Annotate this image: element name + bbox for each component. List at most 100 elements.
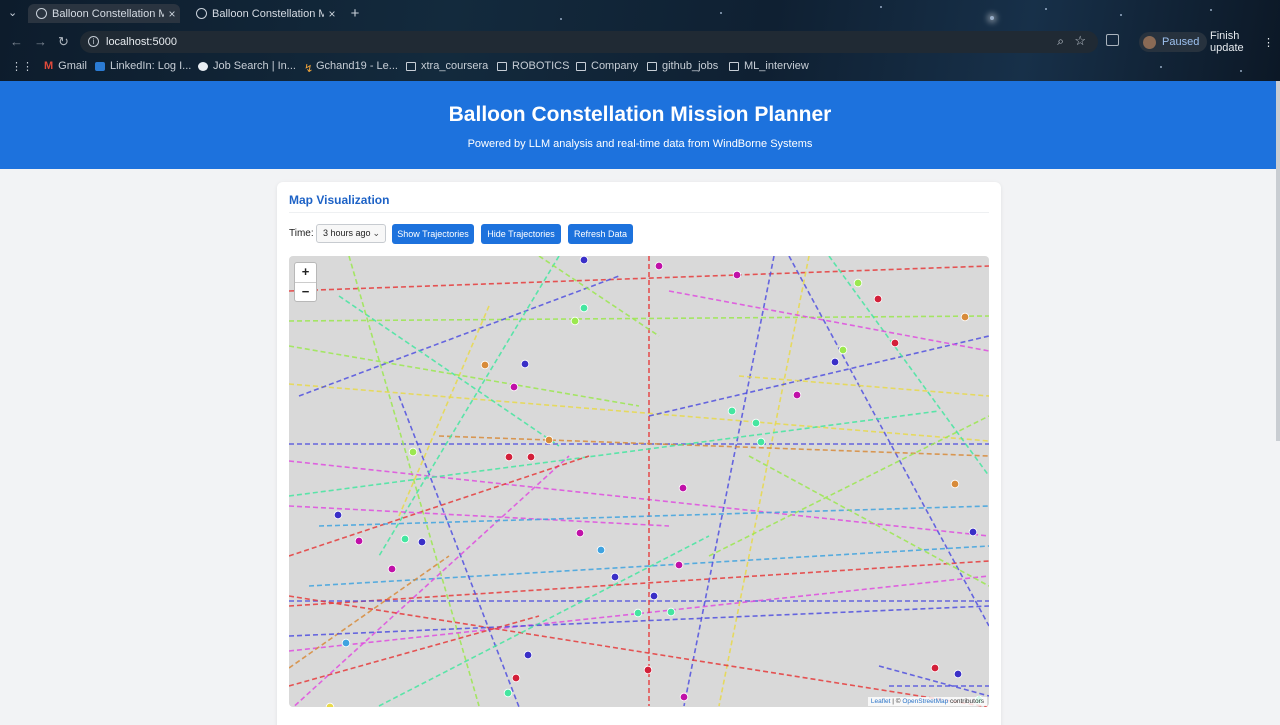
menu-kebab-icon[interactable]: ⋮ xyxy=(1263,36,1274,49)
profile-button[interactable]: Paused xyxy=(1139,32,1208,52)
balloon-marker[interactable] xyxy=(751,418,761,428)
balloon-marker[interactable] xyxy=(596,545,606,555)
trajectory-line[interactable] xyxy=(788,256,989,627)
balloon-marker[interactable] xyxy=(678,483,688,493)
trajectory-line[interactable] xyxy=(398,305,490,517)
address-bar[interactable]: i localhost:5000 ⌕ ☆ xyxy=(80,31,1098,53)
new-tab-button[interactable]: + xyxy=(346,5,364,23)
balloon-marker[interactable] xyxy=(570,316,580,326)
balloon-marker[interactable] xyxy=(960,312,970,322)
url-text[interactable]: localhost:5000 xyxy=(106,36,177,48)
balloon-marker[interactable] xyxy=(480,360,490,370)
balloon-marker[interactable] xyxy=(511,673,521,683)
trajectory-line[interactable] xyxy=(289,615,540,687)
bookmark-folder-github-jobs[interactable]: github_jobs xyxy=(647,60,718,72)
trajectory-line[interactable] xyxy=(683,256,775,707)
zoom-out-button[interactable]: − xyxy=(295,283,316,302)
balloon-marker[interactable] xyxy=(387,564,397,574)
balloon-marker[interactable] xyxy=(830,357,840,367)
trajectory-line[interactable] xyxy=(538,256,660,337)
show-trajectories-button[interactable]: Show Trajectories xyxy=(392,224,474,244)
trajectory-line[interactable] xyxy=(338,295,560,447)
balloon-marker[interactable] xyxy=(610,572,620,582)
bookmark-linkedin[interactable]: LinkedIn: Log I... xyxy=(95,60,191,72)
balloon-marker[interactable] xyxy=(544,435,554,445)
trajectory-line[interactable] xyxy=(708,415,989,557)
extensions-icon[interactable] xyxy=(1106,34,1119,46)
balloon-marker[interactable] xyxy=(579,256,589,265)
trajectory-line[interactable] xyxy=(378,535,710,707)
close-icon[interactable]: × xyxy=(324,7,340,21)
trajectory-line[interactable] xyxy=(289,455,570,707)
osm-link[interactable]: OpenStreetMap xyxy=(902,698,948,705)
zoom-in-button[interactable]: + xyxy=(295,263,316,283)
map-view[interactable]: + − Leaflet | © OpenStreetMap contributo… xyxy=(289,256,989,707)
trajectory-line[interactable] xyxy=(398,395,520,707)
balloon-marker[interactable] xyxy=(526,452,536,462)
back-icon[interactable]: ← xyxy=(10,34,23,49)
balloon-marker[interactable] xyxy=(575,528,585,538)
close-icon[interactable]: × xyxy=(164,7,180,21)
trajectory-line[interactable] xyxy=(668,290,989,352)
balloon-marker[interactable] xyxy=(792,390,802,400)
balloon-marker[interactable] xyxy=(950,479,960,489)
balloon-marker[interactable] xyxy=(968,527,978,537)
balloon-marker[interactable] xyxy=(649,591,659,601)
balloon-marker[interactable] xyxy=(756,437,766,447)
bookmark-gmail[interactable]: M Gmail xyxy=(44,60,87,72)
site-info-icon[interactable]: i xyxy=(88,36,99,47)
balloon-marker[interactable] xyxy=(504,452,514,462)
balloon-marker[interactable] xyxy=(341,638,351,648)
trajectory-line[interactable] xyxy=(289,460,989,537)
balloon-marker[interactable] xyxy=(679,692,689,702)
time-select[interactable]: 3 hours ago ⌄ xyxy=(316,224,386,243)
balloon-marker[interactable] xyxy=(579,303,589,313)
bookmark-folder-company[interactable]: Company xyxy=(576,60,638,72)
balloon-marker[interactable] xyxy=(727,406,737,416)
balloon-marker[interactable] xyxy=(325,702,335,707)
trajectory-line[interactable] xyxy=(289,455,590,557)
zoom-icon[interactable]: ⌕ xyxy=(1057,34,1064,49)
trajectory-line[interactable] xyxy=(289,345,640,407)
bookmark-folder-robotics[interactable]: ROBOTICS xyxy=(497,60,569,72)
page-scrollbar[interactable] xyxy=(1276,81,1280,441)
tab-inactive[interactable]: Balloon Constellation M × xyxy=(188,4,340,23)
bookmark-star-icon[interactable]: ☆ xyxy=(1074,33,1086,49)
balloon-marker[interactable] xyxy=(417,537,427,547)
balloon-marker[interactable] xyxy=(853,278,863,288)
balloon-marker[interactable] xyxy=(674,560,684,570)
trajectory-line[interactable] xyxy=(289,505,670,527)
balloon-marker[interactable] xyxy=(408,447,418,457)
reload-icon[interactable]: ↻ xyxy=(58,34,69,50)
tab-active[interactable]: Balloon Constellation Mi × xyxy=(28,4,180,23)
balloon-marker[interactable] xyxy=(509,382,519,392)
bookmark-leetcode[interactable]: ↯ Gchand19 - Le... xyxy=(304,60,398,75)
trajectory-line[interactable] xyxy=(438,435,989,457)
balloon-marker[interactable] xyxy=(953,669,963,679)
refresh-data-button[interactable]: Refresh Data xyxy=(568,224,633,244)
balloon-marker[interactable] xyxy=(666,607,676,617)
balloon-marker[interactable] xyxy=(890,338,900,348)
balloon-marker[interactable] xyxy=(333,510,343,520)
hide-trajectories-button[interactable]: Hide Trajectories xyxy=(481,224,561,244)
balloon-marker[interactable] xyxy=(520,359,530,369)
forward-icon[interactable]: → xyxy=(34,34,47,49)
leaflet-link[interactable]: Leaflet xyxy=(871,698,891,705)
balloon-marker[interactable] xyxy=(400,534,410,544)
bookmark-folder-xtra-coursera[interactable]: xtra_coursera xyxy=(406,60,488,72)
trajectory-line[interactable] xyxy=(289,265,989,292)
balloon-marker[interactable] xyxy=(838,345,848,355)
trajectory-layer[interactable] xyxy=(289,256,989,707)
balloon-marker[interactable] xyxy=(654,261,664,271)
balloon-marker[interactable] xyxy=(873,294,883,304)
bookmark-job-search[interactable]: Job Search | In... xyxy=(198,60,296,72)
balloon-marker[interactable] xyxy=(643,665,653,675)
tab-search-icon[interactable]: ⌄ xyxy=(8,6,17,19)
balloon-marker[interactable] xyxy=(732,270,742,280)
trajectory-line[interactable] xyxy=(648,335,989,417)
balloon-marker[interactable] xyxy=(930,663,940,673)
balloon-marker[interactable] xyxy=(503,688,513,698)
trajectory-line[interactable] xyxy=(318,505,989,527)
balloon-marker[interactable] xyxy=(354,536,364,546)
trajectory-line[interactable] xyxy=(378,256,560,557)
